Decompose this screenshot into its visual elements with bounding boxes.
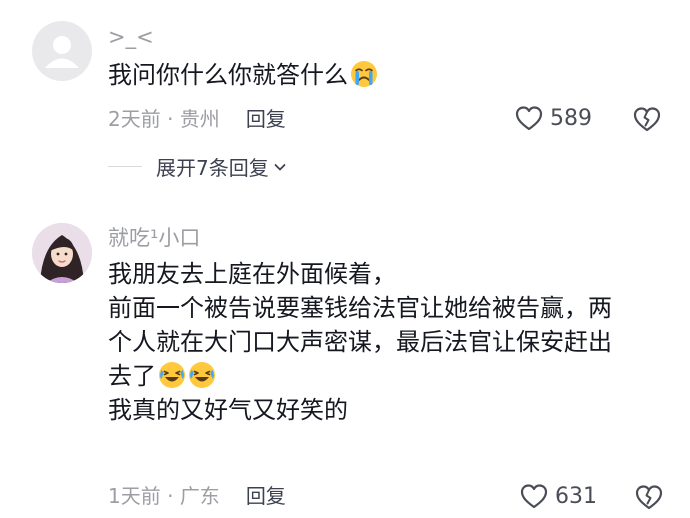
comment-time: 1天前 xyxy=(108,484,161,508)
comment-text-line: 个人就在大门口大声密谋，最后法官让保安赶出 xyxy=(108,328,612,356)
comment-text-line: 我问你什么你就答什么 xyxy=(108,61,348,89)
like-count: 589 xyxy=(550,105,592,131)
avatar[interactable] xyxy=(32,223,92,283)
user-avatar-image xyxy=(32,223,92,283)
expand-replies-label: 展开7条回复 xyxy=(156,156,269,180)
comment-item: >_< 我问你什么你就答什么 2天前 · 贵州 回复 589 展开7条回复 xyxy=(0,0,690,200)
comment-meta: 1天前 · 广东 回复 xyxy=(108,483,286,509)
default-avatar-icon xyxy=(45,36,79,68)
laughing-crying-emoji xyxy=(158,361,186,389)
heart-icon xyxy=(515,106,543,131)
comment-text-line-with-emoji: 去了 xyxy=(108,359,612,393)
chevron-down-icon xyxy=(274,163,286,170)
broken-heart-icon[interactable] xyxy=(632,105,662,133)
heart-icon xyxy=(520,484,548,509)
laughing-crying-emoji xyxy=(188,361,216,389)
avatar[interactable] xyxy=(32,21,92,81)
comment-text: 我问你什么你就答什么 xyxy=(108,58,378,92)
comment-item: 就吃¹小口 我朋友去上庭在外面候着， 前面一个被告说要塞钱给法官让她给被告赢，两… xyxy=(0,215,690,518)
comment-text-line: 我真的又好气又好笑的 xyxy=(108,396,348,424)
comment-text-line: 我朋友去上庭在外面候着， xyxy=(108,260,396,288)
expand-divider xyxy=(108,166,142,167)
comment-text-line: 去了 xyxy=(108,362,156,390)
comment-text: 我朋友去上庭在外面候着， 前面一个被告说要塞钱给法官让她给被告赢，两 个人就在大… xyxy=(108,257,612,427)
comment-meta: 2天前 · 贵州 回复 xyxy=(108,106,286,132)
username[interactable]: >_< xyxy=(108,24,154,50)
comment-text-line: 前面一个被告说要塞钱给法官让她给被告赢，两 xyxy=(108,294,612,322)
reply-button[interactable]: 回复 xyxy=(246,107,286,131)
meta-separator: · xyxy=(160,484,180,508)
meta-separator: · xyxy=(160,107,180,131)
comment-location: 贵州 xyxy=(179,107,220,131)
like-button[interactable]: 589 xyxy=(514,104,592,132)
like-button[interactable]: 631 xyxy=(519,482,597,510)
username[interactable]: 就吃¹小口 xyxy=(108,225,200,251)
comment-location: 广东 xyxy=(179,484,220,508)
broken-heart-icon[interactable] xyxy=(634,483,664,511)
expand-replies-button[interactable]: 展开7条回复 xyxy=(108,152,287,181)
crying-emoji xyxy=(350,60,378,88)
like-count: 631 xyxy=(555,483,597,509)
comment-time: 2天前 xyxy=(108,107,161,131)
reply-button[interactable]: 回复 xyxy=(246,484,286,508)
